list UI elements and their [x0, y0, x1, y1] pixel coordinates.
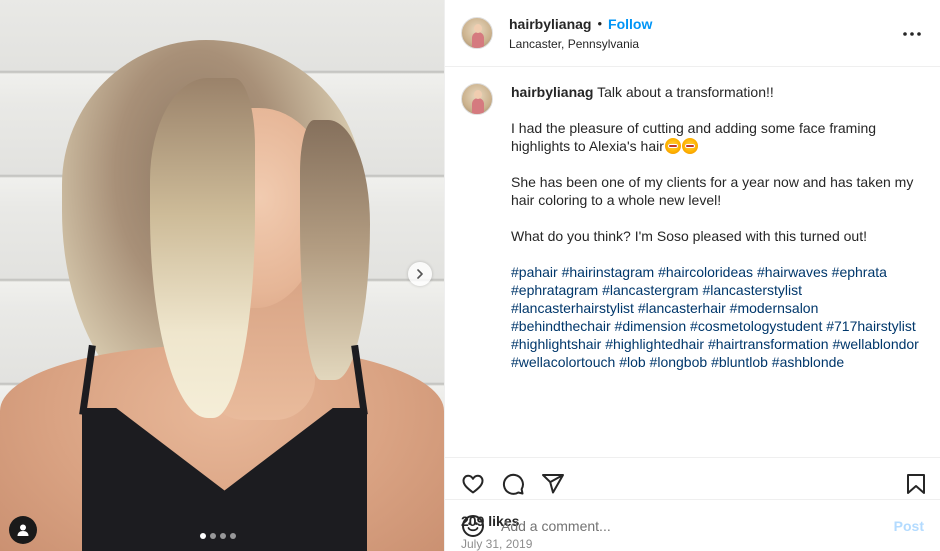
username-link[interactable]: hairbylianag — [509, 16, 591, 32]
hashtag-list: #pahair #hairinstagram #haircolorideas #… — [511, 263, 921, 371]
hashtag-link[interactable]: #wellablondor — [832, 336, 918, 352]
carousel-dot — [210, 533, 216, 539]
comment-bar: Post — [445, 499, 940, 551]
hashtag-link[interactable]: #ashblonde — [772, 354, 844, 370]
hashtag-link[interactable]: #lancasterstylist — [702, 282, 802, 298]
next-image-button[interactable] — [408, 262, 432, 286]
caption-author[interactable]: hairbylianag — [511, 84, 593, 100]
hashtag-link[interactable]: #modernsalon — [730, 300, 819, 316]
chevron-right-icon — [417, 269, 423, 279]
hashtag-link[interactable]: #lob — [619, 354, 645, 370]
more-icon — [903, 32, 921, 36]
follow-button[interactable]: Follow — [608, 16, 652, 32]
star-struck-emoji-icon — [664, 138, 681, 154]
hashtag-link[interactable]: #longbob — [650, 354, 708, 370]
caption-paragraph: She has been one of my clients for a yea… — [511, 174, 914, 208]
caption-paragraph: What do you think? I'm Soso pleased with… — [511, 228, 867, 244]
share-button[interactable] — [541, 472, 565, 496]
location-link[interactable]: Lancaster, Pennsylvania — [509, 37, 652, 51]
heart-icon — [462, 474, 484, 494]
carousel-dot — [220, 533, 226, 539]
avatar[interactable] — [461, 83, 493, 115]
carousel-dots — [200, 533, 236, 539]
hashtag-link[interactable]: #pahair — [511, 264, 558, 280]
hashtag-link[interactable]: #bluntlob — [711, 354, 768, 370]
hashtag-link[interactable]: #highlightshair — [511, 336, 601, 352]
post-photo[interactable] — [0, 0, 444, 551]
hashtag-link[interactable]: #hairwaves — [757, 264, 828, 280]
carousel-dot — [230, 533, 236, 539]
hashtag-link[interactable]: #ephrata — [832, 264, 887, 280]
instagram-post: hairbylianag • Follow Lancaster, Pennsyl… — [0, 0, 940, 551]
comment-input[interactable] — [501, 517, 894, 534]
separator-dot: • — [597, 16, 603, 31]
save-button[interactable] — [904, 472, 928, 496]
hashtag-link[interactable]: #lancasterhairstylist — [511, 300, 634, 316]
hashtag-link[interactable]: #hairtransformation — [708, 336, 829, 352]
caption-intro: Talk about a transformation!! — [597, 84, 774, 100]
hashtag-link[interactable]: #haircolorideas — [658, 264, 753, 280]
emoji-icon[interactable] — [461, 514, 485, 538]
share-icon — [542, 474, 564, 494]
hashtag-link[interactable]: #717hairstylist — [826, 318, 916, 334]
avatar[interactable] — [461, 17, 493, 49]
tagged-users-button[interactable] — [9, 516, 37, 544]
hashtag-link[interactable]: #behindthechair — [511, 318, 611, 334]
post-header: hairbylianag • Follow Lancaster, Pennsyl… — [445, 0, 940, 67]
caption-text: hairbylianag Talk about a transformation… — [511, 83, 921, 457]
hashtag-link[interactable]: #lancasterhair — [638, 300, 726, 316]
hashtag-link[interactable]: #lancastergram — [602, 282, 699, 298]
hashtag-link[interactable]: #cosmetologystudent — [690, 318, 822, 334]
hashtag-link[interactable]: #wellacolortouch — [511, 354, 615, 370]
star-struck-emoji-icon — [681, 138, 698, 154]
like-button[interactable] — [461, 472, 485, 496]
comment-button[interactable] — [501, 472, 525, 496]
hashtag-link[interactable]: #dimension — [615, 318, 687, 334]
comment-icon — [502, 473, 524, 495]
hashtag-link[interactable]: #highlightedhair — [605, 336, 704, 352]
hashtag-link[interactable]: #hairinstagram — [562, 264, 655, 280]
user-icon — [17, 524, 29, 536]
carousel-dot — [200, 533, 206, 539]
caption-section: hairbylianag Talk about a transformation… — [445, 67, 940, 458]
bookmark-icon — [907, 474, 925, 494]
post-sidebar: hairbylianag • Follow Lancaster, Pennsyl… — [444, 0, 940, 551]
more-options-button[interactable] — [900, 22, 924, 46]
post-comment-button[interactable]: Post — [894, 518, 924, 534]
hashtag-link[interactable]: #ephratagram — [511, 282, 598, 298]
